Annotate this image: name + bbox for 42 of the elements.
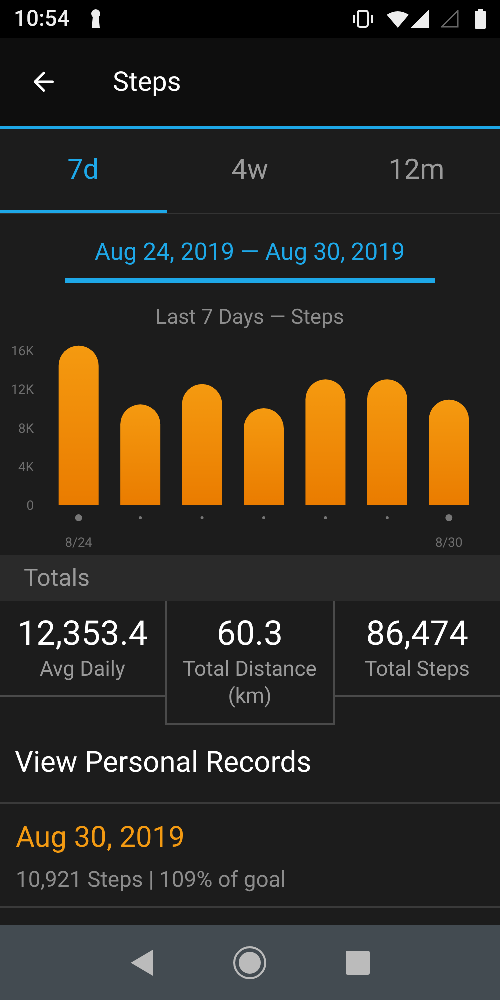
- signal-icon: [411, 10, 429, 28]
- home-circle-icon: [232, 946, 267, 980]
- stat-label: Avg Daily: [38, 656, 126, 684]
- x-axis-label: 8/30: [436, 536, 463, 550]
- screen-title: Steps: [113, 64, 182, 100]
- day-dot: [200, 516, 204, 519]
- x-axis-label: 8/24: [65, 536, 92, 550]
- day-dot: [386, 516, 389, 519]
- square-icon: [346, 950, 370, 974]
- day-dot: [324, 516, 328, 519]
- y-axis-label: 16K: [11, 344, 34, 360]
- signal-empty-icon: [441, 10, 459, 28]
- y-axis-label: 12K: [11, 382, 34, 398]
- y-axis-label: 8K: [18, 421, 34, 436]
- record-item[interactable]: Aug 30, 2019 10,921 Steps | 109% of goal: [0, 804, 500, 908]
- stat-value: 86,474: [366, 612, 468, 656]
- triangle-icon: [131, 950, 154, 976]
- date-range-selector[interactable]: Aug 24, 2019 — Aug 30, 2019: [65, 234, 435, 283]
- totals-header: Totals: [0, 554, 500, 600]
- clock: 10:54: [14, 6, 70, 34]
- day-dot: [139, 516, 142, 519]
- record-detail: 10,921 Steps | 109% of goal: [16, 866, 288, 894]
- y-axis-label: 0: [26, 498, 34, 514]
- stat-label: Total Distance (km): [182, 656, 318, 710]
- stat-label: Total Steps: [364, 656, 471, 684]
- period-tab[interactable]: 12m: [333, 129, 500, 213]
- day-dot: [446, 514, 453, 521]
- wifi-icon: [387, 10, 409, 28]
- record-date: Aug 30, 2019: [16, 820, 186, 856]
- day-dot: [75, 514, 82, 521]
- day-dot: [262, 516, 266, 519]
- stat-value: 60.3: [216, 612, 284, 656]
- keyhole-icon: [90, 9, 102, 29]
- stat-value: 12,353.4: [18, 612, 148, 656]
- period-tab[interactable]: 4w: [166, 129, 334, 213]
- chart-title: Last 7 Days — Steps: [156, 305, 344, 332]
- battery-icon: [475, 9, 486, 29]
- vibrate-icon: [351, 10, 375, 28]
- period-tab[interactable]: 7d: [0, 129, 167, 213]
- y-axis-label: 4K: [18, 460, 34, 475]
- home-button[interactable]: [232, 944, 268, 980]
- personal-records-link[interactable]: View Personal Records: [0, 726, 500, 804]
